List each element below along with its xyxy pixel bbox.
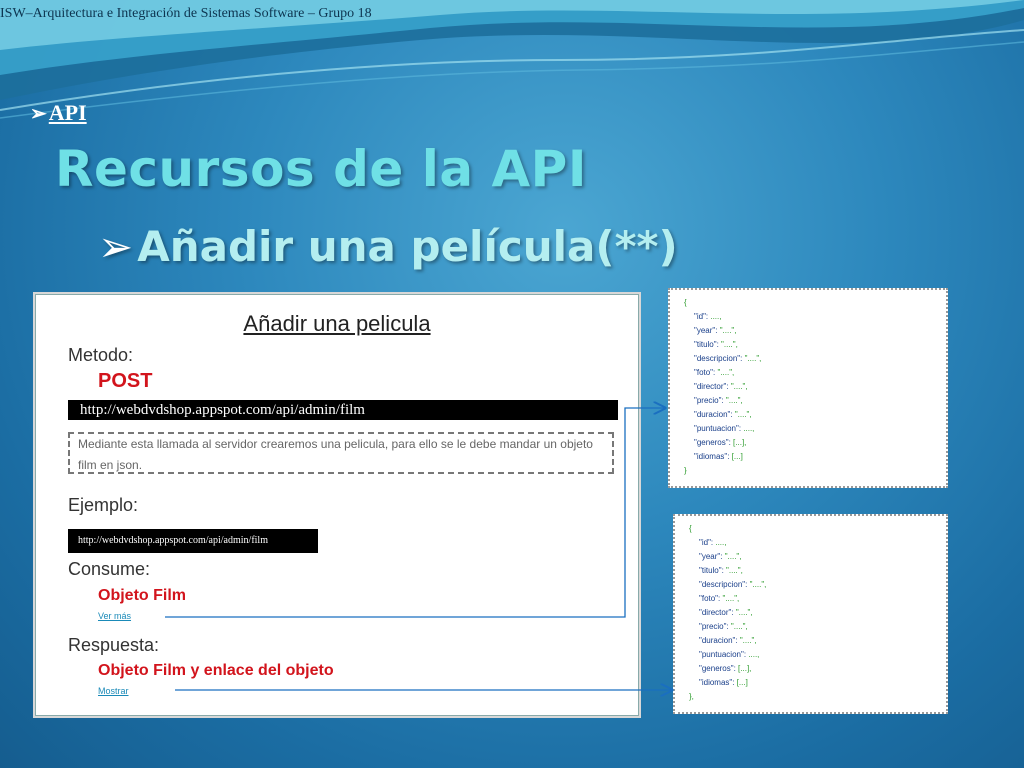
ejemplo-label: Ejemplo:	[68, 495, 139, 515]
json-line: "id": ....,	[694, 312, 722, 321]
subtitle-text: Añadir una película(**)	[137, 222, 678, 271]
json-line: "puntuacion": ....,	[699, 650, 760, 659]
consume-value: Objeto Film	[98, 587, 186, 604]
course-header: ISW–Arquitectura e Integración de Sistem…	[0, 6, 372, 21]
json-line: "year": "....",	[699, 552, 742, 561]
json-line: "generos": [...],	[694, 438, 747, 447]
section-api-link[interactable]: ➢API	[30, 100, 87, 126]
ver-mas-link[interactable]: Ver más	[98, 611, 131, 621]
api-doc-panel: Añadir una pelicula Metodo: POST http://…	[35, 294, 639, 716]
json-response-example: { "id": ...., "year": "....", "titulo": …	[673, 514, 948, 714]
json-line: "titulo": "....",	[694, 340, 738, 349]
json-line: "idiomas": [...]	[694, 452, 743, 461]
section-label: API	[48, 100, 87, 125]
json-request-example: { "id": ...., "year": "....", "titulo": …	[668, 288, 948, 488]
json-close-brace: },	[689, 692, 694, 701]
http-method: POST	[98, 370, 153, 392]
json-line: "duracion": "....",	[694, 410, 752, 419]
json-line: "precio": "....",	[694, 396, 743, 405]
json-open-brace: {	[689, 524, 692, 533]
arrow-bullet-icon: ➢	[30, 103, 47, 125]
json-line: "duracion": "....",	[699, 636, 757, 645]
json-line: "puntuacion": ....,	[694, 424, 755, 433]
json-line: "year": "....",	[694, 326, 737, 335]
json-line: "descripcion": "....",	[699, 580, 767, 589]
metodo-label: Metodo:	[68, 345, 134, 365]
respuesta-value: Objeto Film y enlace del objeto	[98, 662, 334, 679]
json-line: "director": "....",	[694, 382, 748, 391]
json-open-brace: {	[684, 298, 687, 307]
consume-label: Consume:	[68, 559, 151, 579]
endpoint-url: http://webdvdshop.appspot.com/api/admin/…	[68, 400, 618, 420]
example-url: http://webdvdshop.appspot.com/api/admin/…	[68, 529, 318, 553]
json-line: "foto": "....",	[694, 368, 735, 377]
json-line: "director": "....",	[699, 608, 753, 617]
json-line: "idiomas": [...]	[699, 678, 748, 687]
json-line: "descripcion": "....",	[694, 354, 762, 363]
json-line: "precio": "....",	[699, 622, 748, 631]
endpoint-description: Mediante esta llamada al servidor creare…	[68, 432, 614, 474]
json-lines: "id": ...., "year": "....", "titulo": ".…	[684, 310, 946, 464]
json-line: "id": ....,	[699, 538, 727, 547]
panel-title: Añadir una pelicula	[243, 311, 431, 336]
respuesta-label: Respuesta:	[68, 635, 160, 655]
json-close-brace: }	[684, 466, 687, 475]
arrow-bullet-icon: ➢	[98, 222, 134, 271]
json-line: "foto": "....",	[699, 594, 740, 603]
slide-title: Recursos de la API	[55, 140, 587, 198]
slide-subtitle: ➢Añadir una película(**)	[98, 222, 678, 271]
mostrar-link[interactable]: Mostrar	[98, 686, 129, 696]
json-line: "generos": [...],	[699, 664, 752, 673]
json-line: "titulo": "....",	[699, 566, 743, 575]
json-lines: "id": ...., "year": "....", "titulo": ".…	[689, 536, 946, 690]
